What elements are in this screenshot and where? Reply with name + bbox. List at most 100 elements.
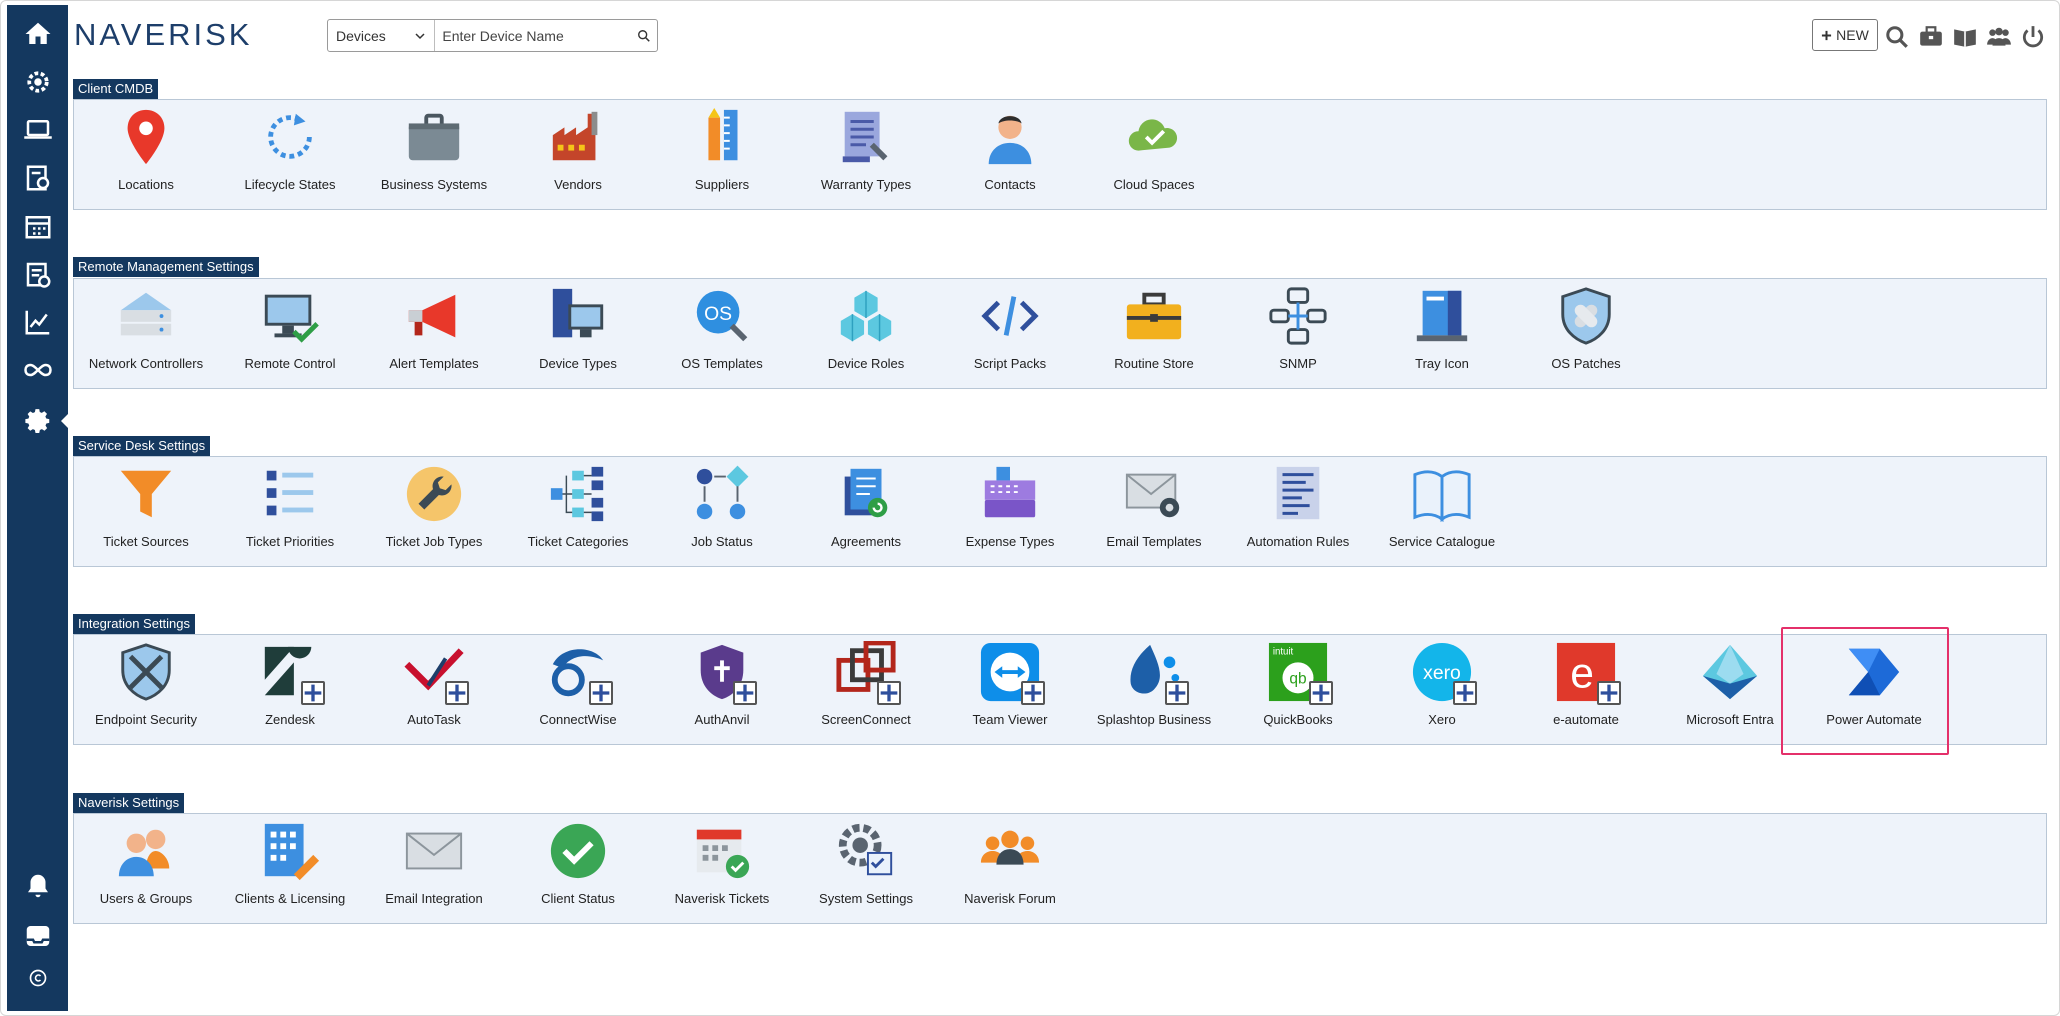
integration-add-icon xyxy=(1309,681,1333,705)
hierarchy-icon xyxy=(547,463,609,525)
tile-os-patches[interactable]: OS Patches xyxy=(1514,279,1658,379)
power-icon[interactable] xyxy=(2019,23,2047,51)
tile-label: Vendors xyxy=(554,177,602,192)
tile-label: Device Types xyxy=(539,356,617,371)
tile-tray-icon[interactable]: Tray Icon xyxy=(1370,279,1514,379)
tile-job-status[interactable]: Job Status xyxy=(650,457,794,557)
tile-alert-templates[interactable]: Alert Templates xyxy=(362,279,506,379)
tile-locations[interactable]: Locations xyxy=(74,100,218,200)
tile-e-automate[interactable]: e e-automate xyxy=(1514,635,1658,735)
tile-xero[interactable]: xero Xero xyxy=(1370,635,1514,735)
device-name-input[interactable] xyxy=(435,20,631,51)
tile-business-systems[interactable]: Business Systems xyxy=(362,100,506,200)
building-pencil-icon xyxy=(259,820,321,882)
tile-contacts[interactable]: Contacts xyxy=(938,100,1082,200)
copyright-icon[interactable] xyxy=(7,955,68,1001)
tile-device-roles[interactable]: Device Roles xyxy=(794,279,938,379)
inbox-icon[interactable] xyxy=(7,913,68,959)
tile-suppliers[interactable]: Suppliers xyxy=(650,100,794,200)
calendar-icon[interactable] xyxy=(7,203,68,249)
flow-icon xyxy=(691,463,753,525)
tile-zendesk[interactable]: Zendesk xyxy=(218,635,362,735)
calendar-check-icon xyxy=(691,820,753,882)
reports-icon[interactable] xyxy=(7,155,68,201)
tile-device-types[interactable]: Device Types xyxy=(506,279,650,379)
toolbox-icon[interactable] xyxy=(1917,23,1945,51)
settings-cog-icon[interactable] xyxy=(7,59,68,105)
location-pin-icon xyxy=(115,106,177,168)
book-icon[interactable] xyxy=(1951,23,1979,51)
tile-users-groups[interactable]: Users & Groups xyxy=(74,814,218,914)
tile-os-templates[interactable]: OS OS Templates xyxy=(650,279,794,379)
tile-label: Business Systems xyxy=(380,177,488,192)
tile-system-settings[interactable]: System Settings xyxy=(794,814,938,914)
home-icon[interactable] xyxy=(7,11,68,57)
search-icon[interactable] xyxy=(630,20,657,51)
tile-screenconnect[interactable]: ScreenConnect xyxy=(794,635,938,735)
tile-client-status[interactable]: Client Status xyxy=(506,814,650,914)
app-window: NAVERISK Devices NEW xyxy=(0,0,2060,1016)
tile-vendors[interactable]: Vendors xyxy=(506,100,650,200)
bell-icon[interactable] xyxy=(7,863,68,909)
tile-lifecycle-states[interactable]: Lifecycle States xyxy=(218,100,362,200)
tile-naverisk-forum[interactable]: Naverisk Forum xyxy=(938,814,1082,914)
tile-autotask[interactable]: AutoTask xyxy=(362,635,506,735)
tile-network-controllers[interactable]: Network Controllers xyxy=(74,279,218,379)
chart-icon[interactable] xyxy=(7,299,68,345)
tile-team-viewer[interactable]: Team Viewer xyxy=(938,635,1082,735)
tile-agreements[interactable]: Agreements xyxy=(794,457,938,557)
tile-warranty-types[interactable]: Warranty Types xyxy=(794,100,938,200)
e-automate-icon: e xyxy=(1555,641,1621,705)
tile-cloud-spaces[interactable]: Cloud Spaces xyxy=(1082,100,1226,200)
tile-ticket-categories[interactable]: Ticket Categories xyxy=(506,457,650,557)
new-button[interactable]: NEW xyxy=(1812,19,1878,51)
factory-icon xyxy=(547,106,609,168)
integration-add-icon xyxy=(1597,681,1621,705)
users-icon xyxy=(115,820,177,882)
tile-ticket-sources[interactable]: Ticket Sources xyxy=(74,457,218,557)
tile-label: Ticket Priorities xyxy=(245,534,335,549)
tile-label: System Settings xyxy=(819,891,913,906)
tile-email-integration[interactable]: Email Integration xyxy=(362,814,506,914)
clipboard-icon[interactable] xyxy=(7,251,68,297)
tile-remote-control[interactable]: Remote Control xyxy=(218,279,362,379)
quickbooks-icon: intuit qb xyxy=(1267,641,1333,705)
users-icon[interactable] xyxy=(1985,23,2013,51)
tile-label: Device Roles xyxy=(827,356,905,371)
tile-quickbooks[interactable]: intuit qb QuickBooks xyxy=(1226,635,1370,735)
tile-label: Expense Types xyxy=(965,534,1055,549)
tile-label: Locations xyxy=(118,177,174,192)
tile-label: Endpoint Security xyxy=(95,712,197,727)
tile-authanvil[interactable]: AuthAnvil xyxy=(650,635,794,735)
section-title-client-cmdb: Client CMDB xyxy=(73,79,159,99)
agreement-icon xyxy=(835,463,897,525)
gear-icon[interactable] xyxy=(7,398,69,444)
tile-script-packs[interactable]: Script Packs xyxy=(938,279,1082,379)
book-icon xyxy=(1411,463,1473,525)
tile-connectwise[interactable]: ConnectWise xyxy=(506,635,650,735)
tile-ticket-job-types[interactable]: Ticket Job Types xyxy=(362,457,506,557)
tile-clients-licensing[interactable]: Clients & Licensing xyxy=(218,814,362,914)
laptop-icon[interactable] xyxy=(7,107,68,153)
network-controller-icon xyxy=(115,285,177,347)
tile-snmp[interactable]: SNMP xyxy=(1226,279,1370,379)
tile-naverisk-tickets[interactable]: Naverisk Tickets xyxy=(650,814,794,914)
tile-service-catalogue[interactable]: Service Catalogue xyxy=(1370,457,1514,557)
contact-person-icon xyxy=(979,106,1041,168)
tile-email-templates[interactable]: Email Templates xyxy=(1082,457,1226,557)
tile-label: Suppliers xyxy=(694,177,750,192)
tile-expense-types[interactable]: Expense Types xyxy=(938,457,1082,557)
search-icon[interactable] xyxy=(1883,23,1911,51)
infinity-icon[interactable] xyxy=(7,347,68,393)
tile-label: Naverisk Tickets xyxy=(674,891,770,906)
section-service-desk: Ticket Sources Ticket Priorities Ticket … xyxy=(73,456,2047,567)
tile-routine-store[interactable]: Routine Store xyxy=(1082,279,1226,379)
tile-label: Warranty Types xyxy=(820,177,912,192)
tile-endpoint-security[interactable]: Endpoint Security xyxy=(74,635,218,735)
naverisk-logo[interactable]: NAVERISK xyxy=(74,17,252,53)
tile-label: Client Status xyxy=(541,891,615,906)
device-type-select[interactable]: Devices xyxy=(328,20,436,51)
tile-automation-rules[interactable]: Automation Rules xyxy=(1226,457,1370,557)
tile-ticket-priorities[interactable]: Ticket Priorities xyxy=(218,457,362,557)
tile-splashtop-business[interactable]: Splashtop Business xyxy=(1082,635,1226,735)
